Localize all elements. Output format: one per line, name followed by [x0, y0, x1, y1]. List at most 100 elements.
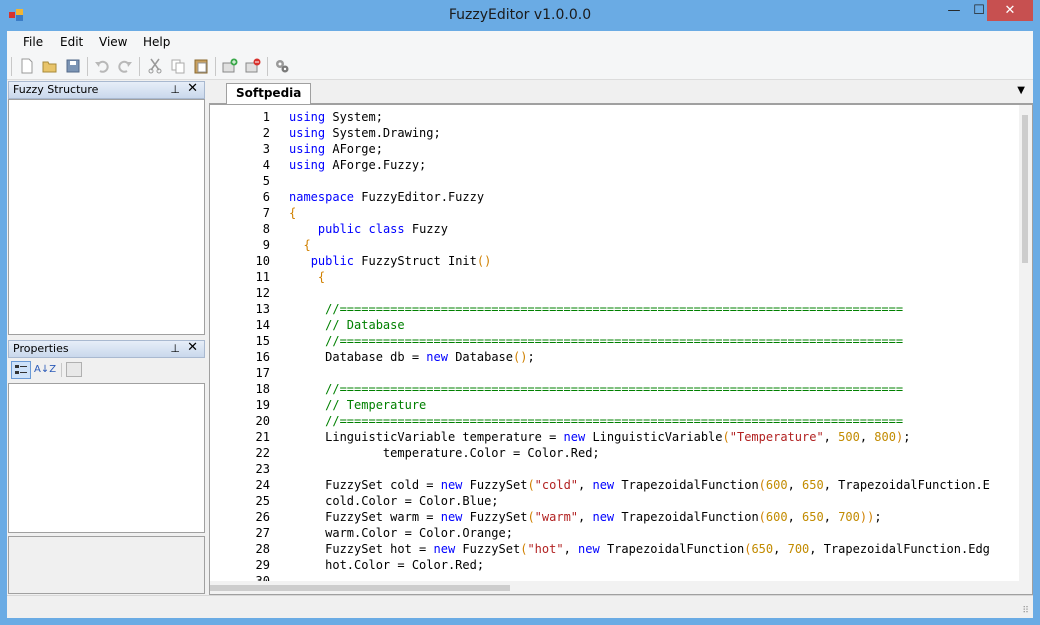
code-line[interactable]: temperature.Color = Color.Red;	[289, 445, 1024, 461]
alphabetical-button[interactable]: A↓Z	[34, 361, 56, 379]
code-line[interactable]: {	[289, 269, 1024, 285]
code-line[interactable]: //======================================…	[289, 413, 1024, 429]
line-number: 17	[255, 366, 270, 380]
close-icon: ✕	[1004, 3, 1016, 18]
tab-softpedia[interactable]: Softpedia	[226, 83, 312, 105]
line-number: 4	[262, 158, 270, 172]
redo-icon[interactable]	[117, 58, 133, 74]
properties-grid[interactable]	[8, 383, 205, 533]
code-line[interactable]: FuzzySet hot = new FuzzySet("hot", new T…	[289, 541, 1024, 557]
code-line[interactable]: cold.Color = Color.Blue;	[289, 493, 1024, 509]
toolbar-separator	[87, 57, 88, 76]
code-line[interactable]: using System.Drawing;	[289, 125, 1024, 141]
line-number: 2	[262, 126, 270, 140]
fuzzy-structure-header: Fuzzy Structure ⊥ ✕	[8, 81, 205, 99]
window-title: FuzzyEditor v1.0.0.0	[448, 7, 592, 23]
new-icon[interactable]	[19, 58, 35, 74]
toolbar-grip	[11, 57, 12, 76]
vertical-scrollbar[interactable]	[1019, 105, 1032, 581]
code-line[interactable]	[289, 285, 1024, 301]
line-number: 1	[262, 110, 270, 124]
line-number: 19	[255, 398, 270, 412]
line-number: 29	[255, 558, 270, 572]
code-line[interactable]: hot.Color = Color.Red;	[289, 557, 1024, 573]
code-line[interactable]: public class Fuzzy	[289, 221, 1024, 237]
line-number: 7	[262, 206, 270, 220]
code-line[interactable]: {	[289, 237, 1024, 253]
close-icon[interactable]: ✕	[187, 340, 198, 356]
add-item-icon[interactable]	[222, 58, 238, 74]
maximize-icon: ☐	[973, 3, 985, 18]
paste-icon[interactable]	[193, 58, 209, 74]
copy-icon[interactable]	[170, 58, 186, 74]
fuzzy-structure-tree[interactable]	[8, 99, 205, 335]
code-line[interactable]: namespace FuzzyEditor.Fuzzy	[289, 189, 1024, 205]
horizontal-scrollbar[interactable]	[210, 581, 1032, 594]
menu-help[interactable]: Help	[143, 35, 170, 49]
pin-icon[interactable]: ⊥	[170, 82, 180, 98]
vertical-scroll-thumb[interactable]	[1022, 115, 1028, 263]
code-line[interactable]: // Temperature	[289, 397, 1024, 413]
line-number: 24	[255, 478, 270, 492]
code-line[interactable]: FuzzySet warm = new FuzzySet("warm", new…	[289, 509, 1024, 525]
code-line[interactable]	[289, 365, 1024, 381]
horizontal-scroll-thumb[interactable]	[210, 585, 510, 591]
line-number: 9	[262, 238, 270, 252]
code-line[interactable]: warm.Color = Color.Orange;	[289, 525, 1024, 541]
code-line[interactable]: using AForge.Fuzzy;	[289, 157, 1024, 173]
code-line[interactable]: Database db = new Database();	[289, 349, 1024, 365]
save-icon[interactable]	[65, 58, 81, 74]
close-icon[interactable]: ✕	[187, 81, 198, 97]
settings-icon[interactable]	[274, 58, 290, 74]
code-line[interactable]: {	[289, 205, 1024, 221]
menu-view[interactable]: View	[99, 35, 127, 49]
code-line[interactable]	[289, 173, 1024, 189]
menu-edit[interactable]: Edit	[60, 35, 83, 49]
categorized-button[interactable]	[11, 361, 31, 379]
code-line[interactable]: //======================================…	[289, 333, 1024, 349]
properties-title: Properties	[13, 342, 69, 355]
line-number: 10	[255, 254, 270, 268]
code-line[interactable]: LinguisticVariable temperature = new Lin…	[289, 429, 1024, 445]
properties-header: Properties ⊥ ✕	[8, 340, 205, 358]
line-number: 16	[255, 350, 270, 364]
line-number: 5	[262, 174, 270, 188]
property-pages-icon[interactable]	[66, 362, 82, 377]
menu-file[interactable]: File	[23, 35, 43, 49]
code-line[interactable]: using AForge;	[289, 141, 1024, 157]
line-number: 15	[255, 334, 270, 348]
line-number: 11	[255, 270, 270, 284]
code-line[interactable]: FuzzySet cold = new FuzzySet("cold", new…	[289, 477, 1024, 493]
pin-icon[interactable]: ⊥	[170, 341, 180, 357]
line-number: 27	[255, 526, 270, 540]
minimize-button[interactable]: —	[940, 0, 968, 21]
line-number: 13	[255, 302, 270, 316]
code-area[interactable]: using System; using System.Drawing; using …	[289, 109, 1024, 589]
properties-toolbar: A↓Z	[8, 358, 205, 382]
cut-icon[interactable]	[147, 58, 163, 74]
code-line[interactable]: //======================================…	[289, 301, 1024, 317]
line-number: 18	[255, 382, 270, 396]
code-line[interactable]: public FuzzyStruct Init()	[289, 253, 1024, 269]
open-icon[interactable]	[42, 58, 58, 74]
undo-icon[interactable]	[94, 58, 110, 74]
fuzzy-structure-title: Fuzzy Structure	[13, 83, 99, 96]
code-line[interactable]: using System;	[289, 109, 1024, 125]
line-number: 28	[255, 542, 270, 556]
resize-grip-icon[interactable]: ⠿	[1022, 606, 1029, 616]
line-number: 6	[262, 190, 270, 204]
line-number: 12	[255, 286, 270, 300]
menu-bar: File Edit View Help	[7, 31, 1033, 53]
sort-az-icon: A↓Z	[34, 364, 57, 375]
code-line[interactable]: // Database	[289, 317, 1024, 333]
line-number: 21	[255, 430, 270, 444]
tab-list-dropdown-icon[interactable]: ▼	[1017, 85, 1025, 96]
code-line[interactable]: //======================================…	[289, 381, 1024, 397]
line-number: 3	[262, 142, 270, 156]
code-editor[interactable]: 1 2 3 4 5 6 7 8 9 10 11 12 13 14 15 16 17 18 19 20 21 22 23 24 2…	[209, 104, 1033, 595]
code-line[interactable]	[289, 461, 1024, 477]
remove-item-icon[interactable]	[245, 58, 261, 74]
line-number: 23	[255, 462, 270, 476]
document-tab-strip: Softpedia ▼	[209, 81, 1033, 105]
close-button[interactable]: ✕	[987, 0, 1033, 21]
